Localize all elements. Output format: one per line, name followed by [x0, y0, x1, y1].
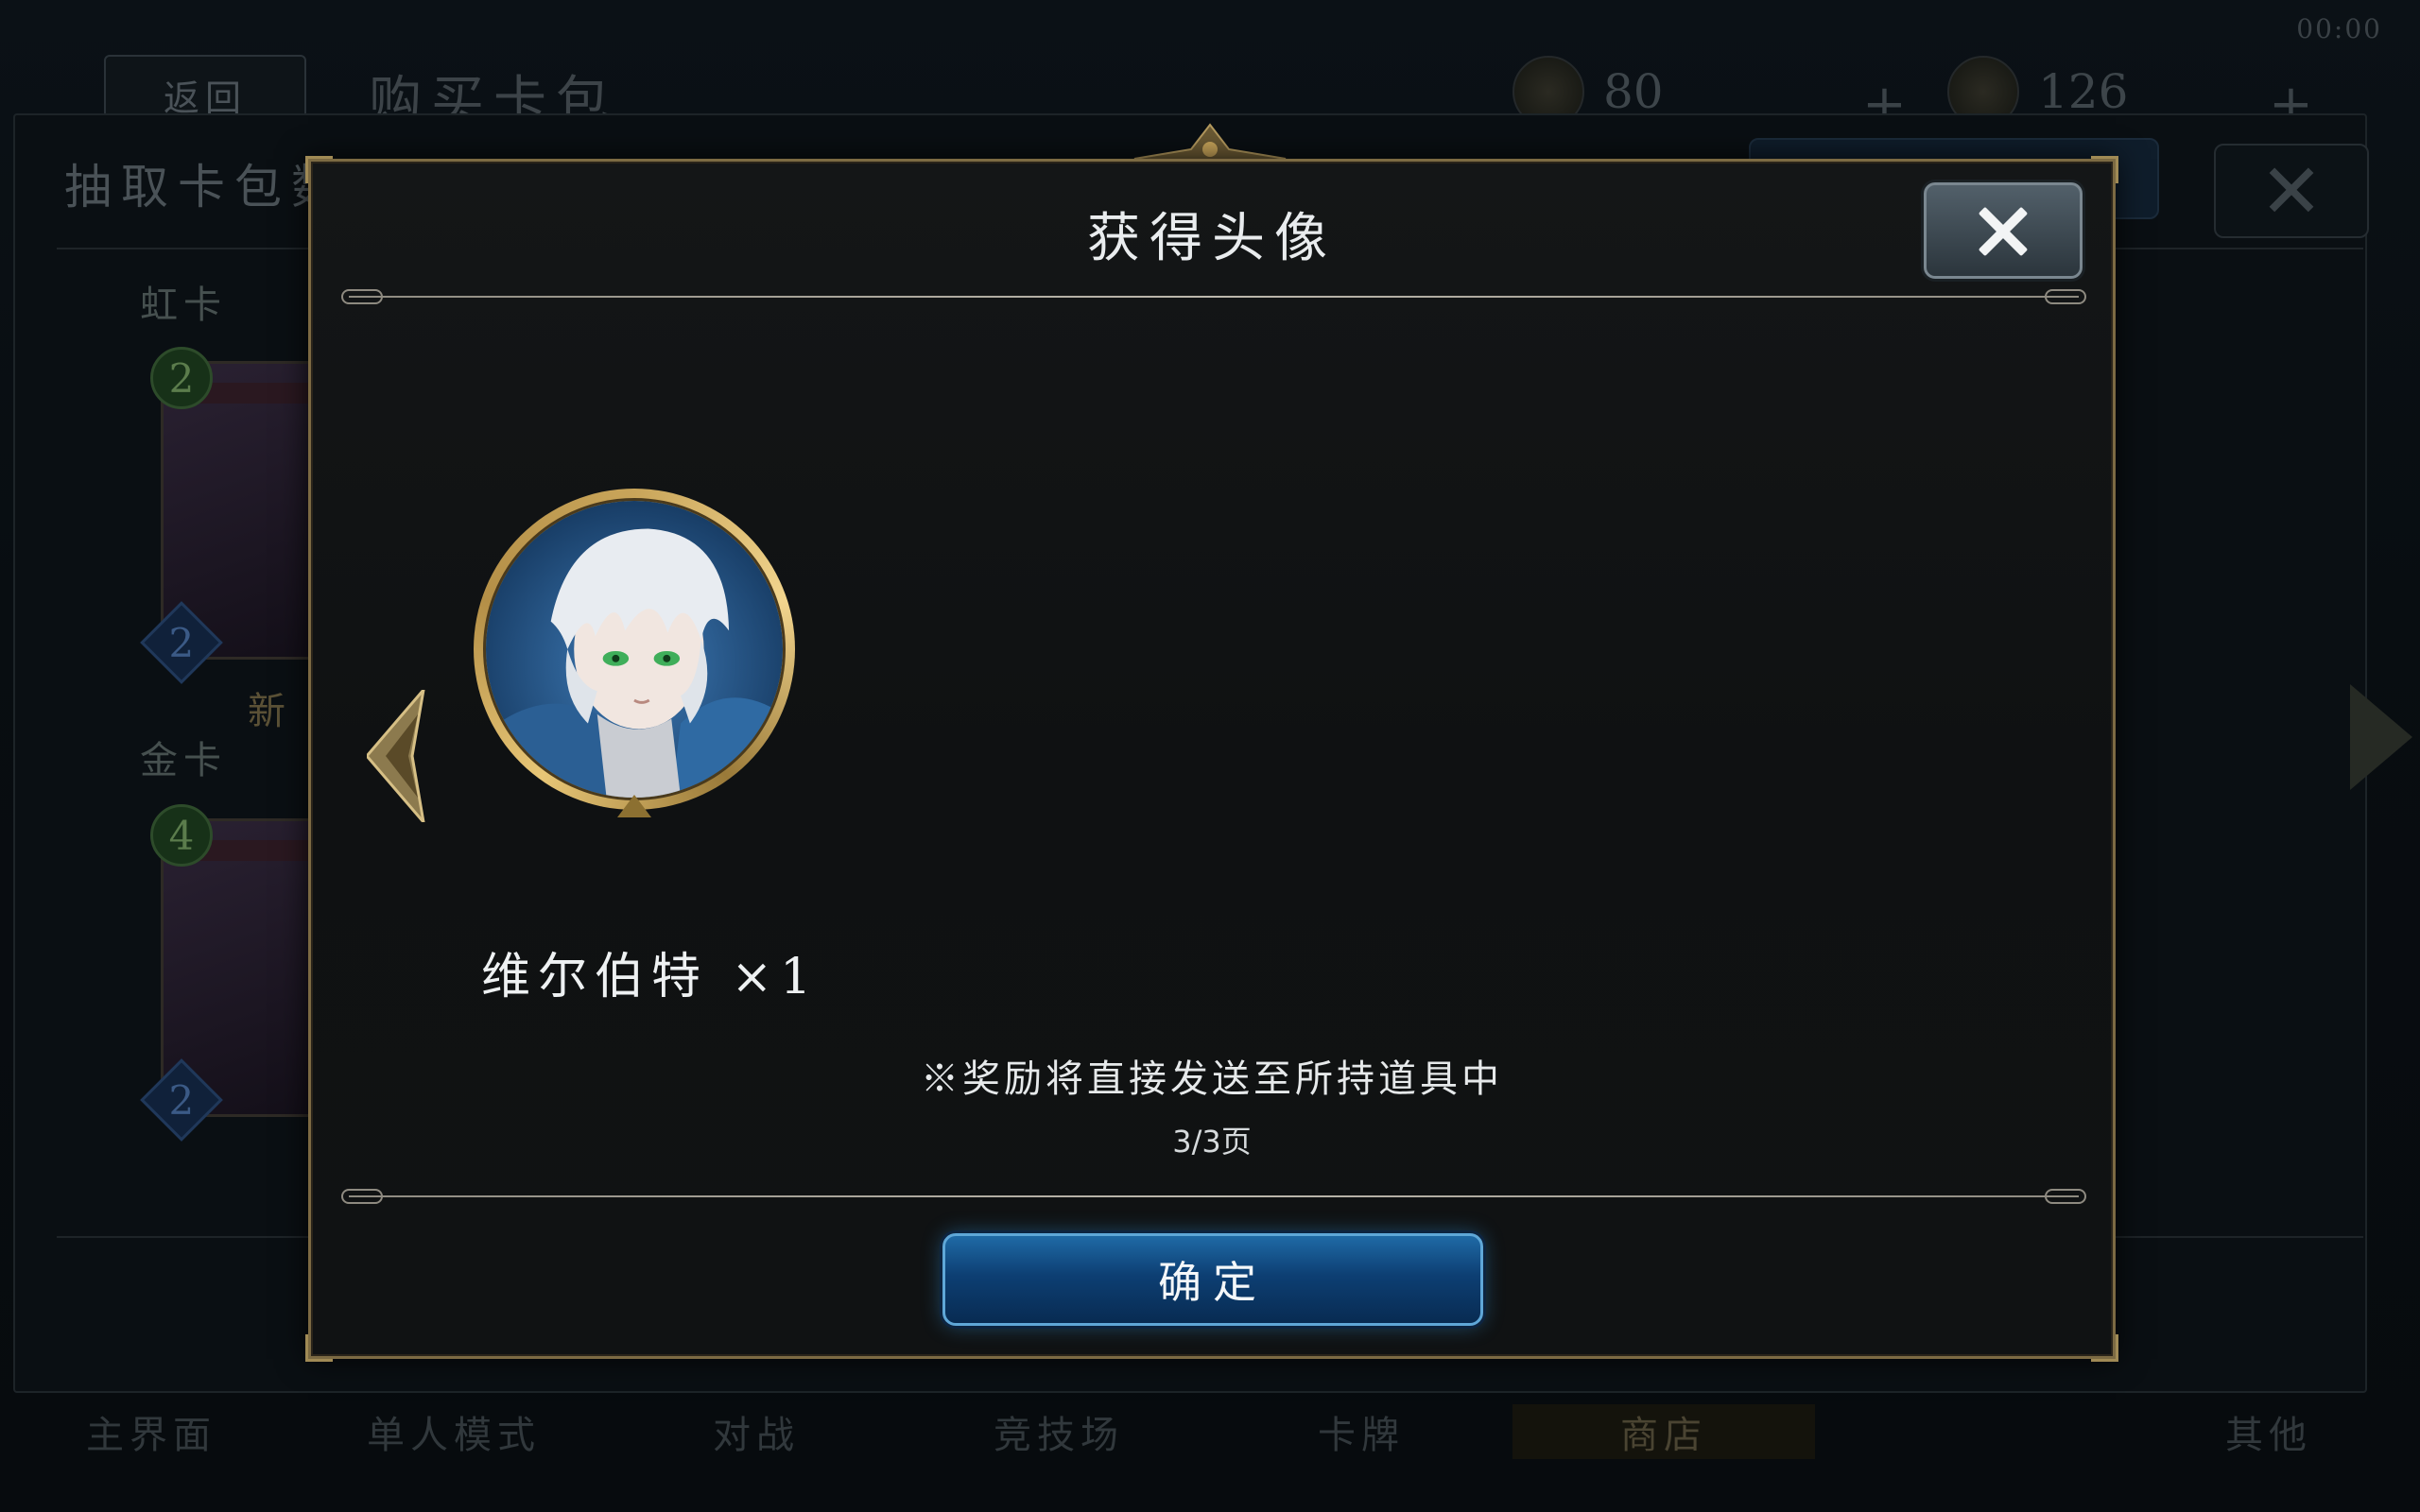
bottom-navigation: 主界面 单人模式 对战 竞技场 卡牌 商店 其他 — [0, 1389, 2420, 1474]
obtain-avatar-dialog: 获得头像 维尔伯特 ×1 ※奖励将直接发送至所持道具中 3/3页 确定 — [305, 156, 2118, 1362]
confirm-button[interactable]: 确定 — [942, 1233, 1483, 1326]
nav-cards[interactable]: 卡牌 — [1210, 1404, 1512, 1459]
nav-solo[interactable]: 单人模式 — [302, 1404, 605, 1459]
corner-ornament — [305, 156, 333, 183]
avatar-frame — [474, 489, 795, 810]
section-rainbow-label: 虹卡 — [140, 284, 227, 327]
nav-home[interactable]: 主界面 — [0, 1404, 302, 1459]
close-button[interactable] — [1924, 182, 2083, 279]
card-cost: 2 — [150, 347, 213, 409]
nav-other[interactable]: 其他 — [2118, 1404, 2420, 1459]
nav-shop[interactable]: 商店 — [1512, 1404, 1815, 1459]
avatar-portrait-icon — [486, 501, 783, 798]
section-gold-label: 金卡 — [140, 739, 227, 782]
nav-battle[interactable]: 对战 — [605, 1404, 908, 1459]
page-indicator: 3/3页 — [1172, 1124, 1252, 1160]
card-attack-value: 2 — [168, 1076, 195, 1124]
corner-ornament — [2091, 156, 2118, 183]
reward-notice: ※奖励将直接发送至所持道具中 — [921, 1057, 1503, 1101]
nav-arena[interactable]: 竞技场 — [908, 1404, 1210, 1459]
card-attack-value: 2 — [168, 619, 195, 666]
card-cost: 4 — [150, 804, 213, 867]
divider — [341, 289, 2086, 304]
new-badge: 新 — [248, 690, 285, 733]
top-bar: 返回 购买卡包 80 + 126 + 00:00 — [0, 0, 2420, 135]
dialog-title: 获得头像 — [1087, 208, 1337, 269]
reward-name: 维尔伯特 ×1 — [481, 949, 820, 1005]
corner-ornament — [305, 1334, 333, 1362]
background-next-arrow-icon[interactable] — [2350, 684, 2412, 790]
clock: 00:00 — [2296, 13, 2382, 44]
close-icon — [1977, 204, 2030, 257]
arrow-left-icon[interactable] — [367, 690, 433, 822]
corner-ornament — [2091, 1334, 2118, 1362]
crystal-count: 80 — [1603, 64, 1664, 119]
rupee-count: 126 — [2038, 64, 2129, 119]
background-close-button[interactable]: ✕ — [2214, 144, 2369, 238]
divider — [341, 1189, 2086, 1204]
avatar-portrait — [483, 498, 786, 800]
